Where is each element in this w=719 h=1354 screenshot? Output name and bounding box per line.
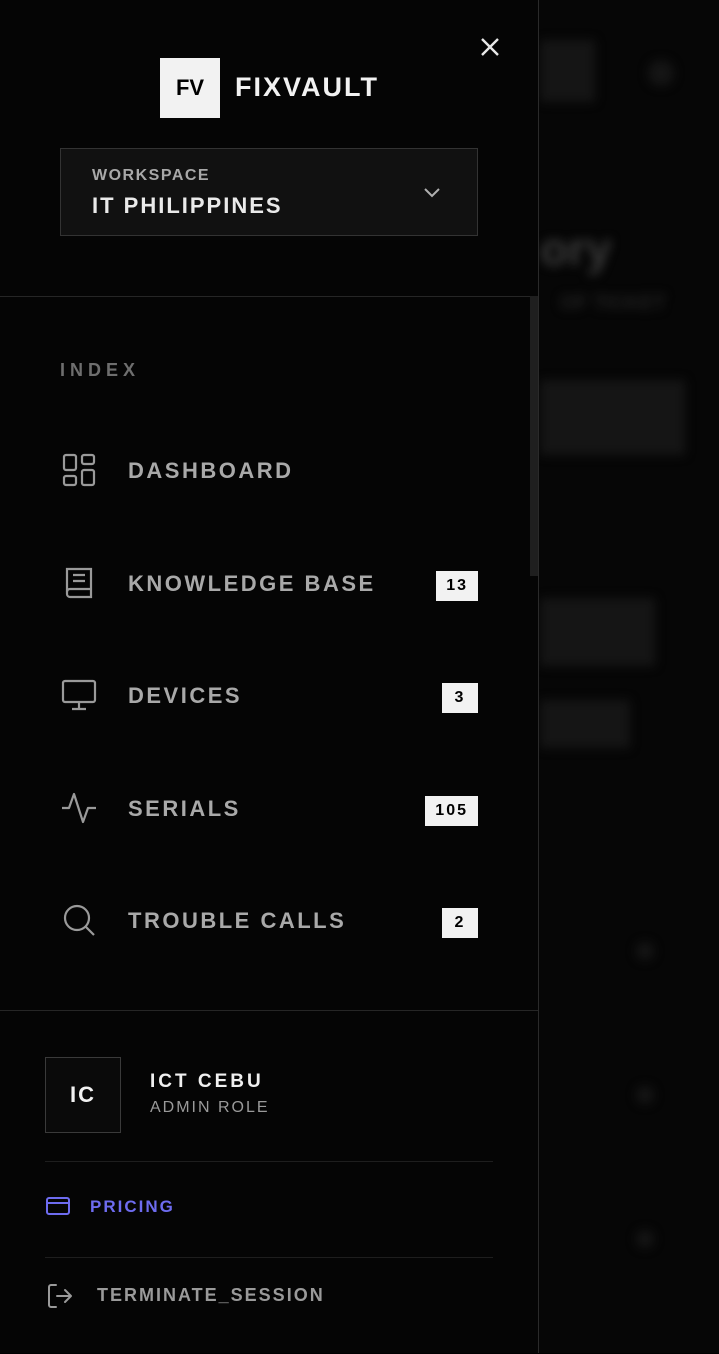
search-icon	[63, 904, 95, 936]
pricing-label: PRICING	[90, 1197, 175, 1216]
credit-card-icon	[46, 1197, 70, 1215]
chevron-down-icon	[424, 188, 440, 198]
count-badge: 3	[442, 683, 478, 713]
user-name: ICT CEBU	[150, 1071, 264, 1092]
nav-label-trouble-calls: TROUBLE CALLS	[128, 908, 347, 933]
nav-label-serials: SERIALS	[128, 796, 241, 821]
activity-icon	[62, 792, 96, 824]
workspace-value: IT PHILIPPINES	[92, 193, 283, 218]
terminate-session-button[interactable]: TERMINATE_SESSION	[45, 1279, 385, 1311]
nav-item-serials[interactable]: SERIALS 105	[60, 784, 480, 834]
avatar: IC	[45, 1057, 121, 1133]
divider	[45, 1257, 493, 1258]
dashboard-icon	[62, 453, 96, 487]
count-badge: 105	[425, 796, 478, 826]
avatar-initials: IC	[70, 1082, 96, 1107]
monitor-icon	[61, 679, 97, 711]
nav-label-dashboard: DASHBOARD	[128, 458, 294, 483]
user-role: ADMIN ROLE	[150, 1099, 270, 1116]
index-heading: INDEX	[60, 360, 141, 380]
drawer-header: FV FIXVAULT WORKSPACE IT PHILIPPINES	[0, 0, 538, 297]
logo-initials: FV	[175, 75, 205, 100]
logout-icon	[48, 1284, 72, 1308]
nav-item-knowledge-base[interactable]: KNOWLEDGE BASE 13	[60, 559, 480, 609]
count-badge: 13	[436, 571, 478, 601]
workspace-selector[interactable]: WORKSPACE IT PHILIPPINES	[60, 148, 478, 236]
divider	[45, 1161, 493, 1162]
book-icon	[65, 567, 93, 599]
drawer-footer: IC ICT CEBU ADMIN ROLE PRICING TERMINATE…	[0, 1010, 538, 1354]
scrollbar[interactable]	[530, 296, 538, 576]
logo-mark: FV	[160, 58, 220, 118]
nav-label-knowledge-base: KNOWLEDGE BASE	[128, 571, 376, 596]
brand-name: FIXVAULT	[235, 72, 379, 102]
close-icon[interactable]	[476, 33, 504, 61]
nav-item-devices[interactable]: DEVICES 3	[60, 671, 480, 721]
navigation-drawer: FV FIXVAULT WORKSPACE IT PHILIPPINES IND…	[0, 0, 539, 1353]
nav-item-trouble-calls[interactable]: TROUBLE CALLS 2	[60, 896, 480, 946]
nav-item-dashboard[interactable]: DASHBOARD	[60, 446, 480, 496]
pricing-link[interactable]: PRICING	[45, 1191, 345, 1221]
terminate-session-label: TERMINATE_SESSION	[97, 1285, 325, 1305]
count-badge: 2	[442, 908, 478, 938]
nav-label-devices: DEVICES	[128, 683, 243, 708]
workspace-label: WORKSPACE	[92, 167, 211, 184]
